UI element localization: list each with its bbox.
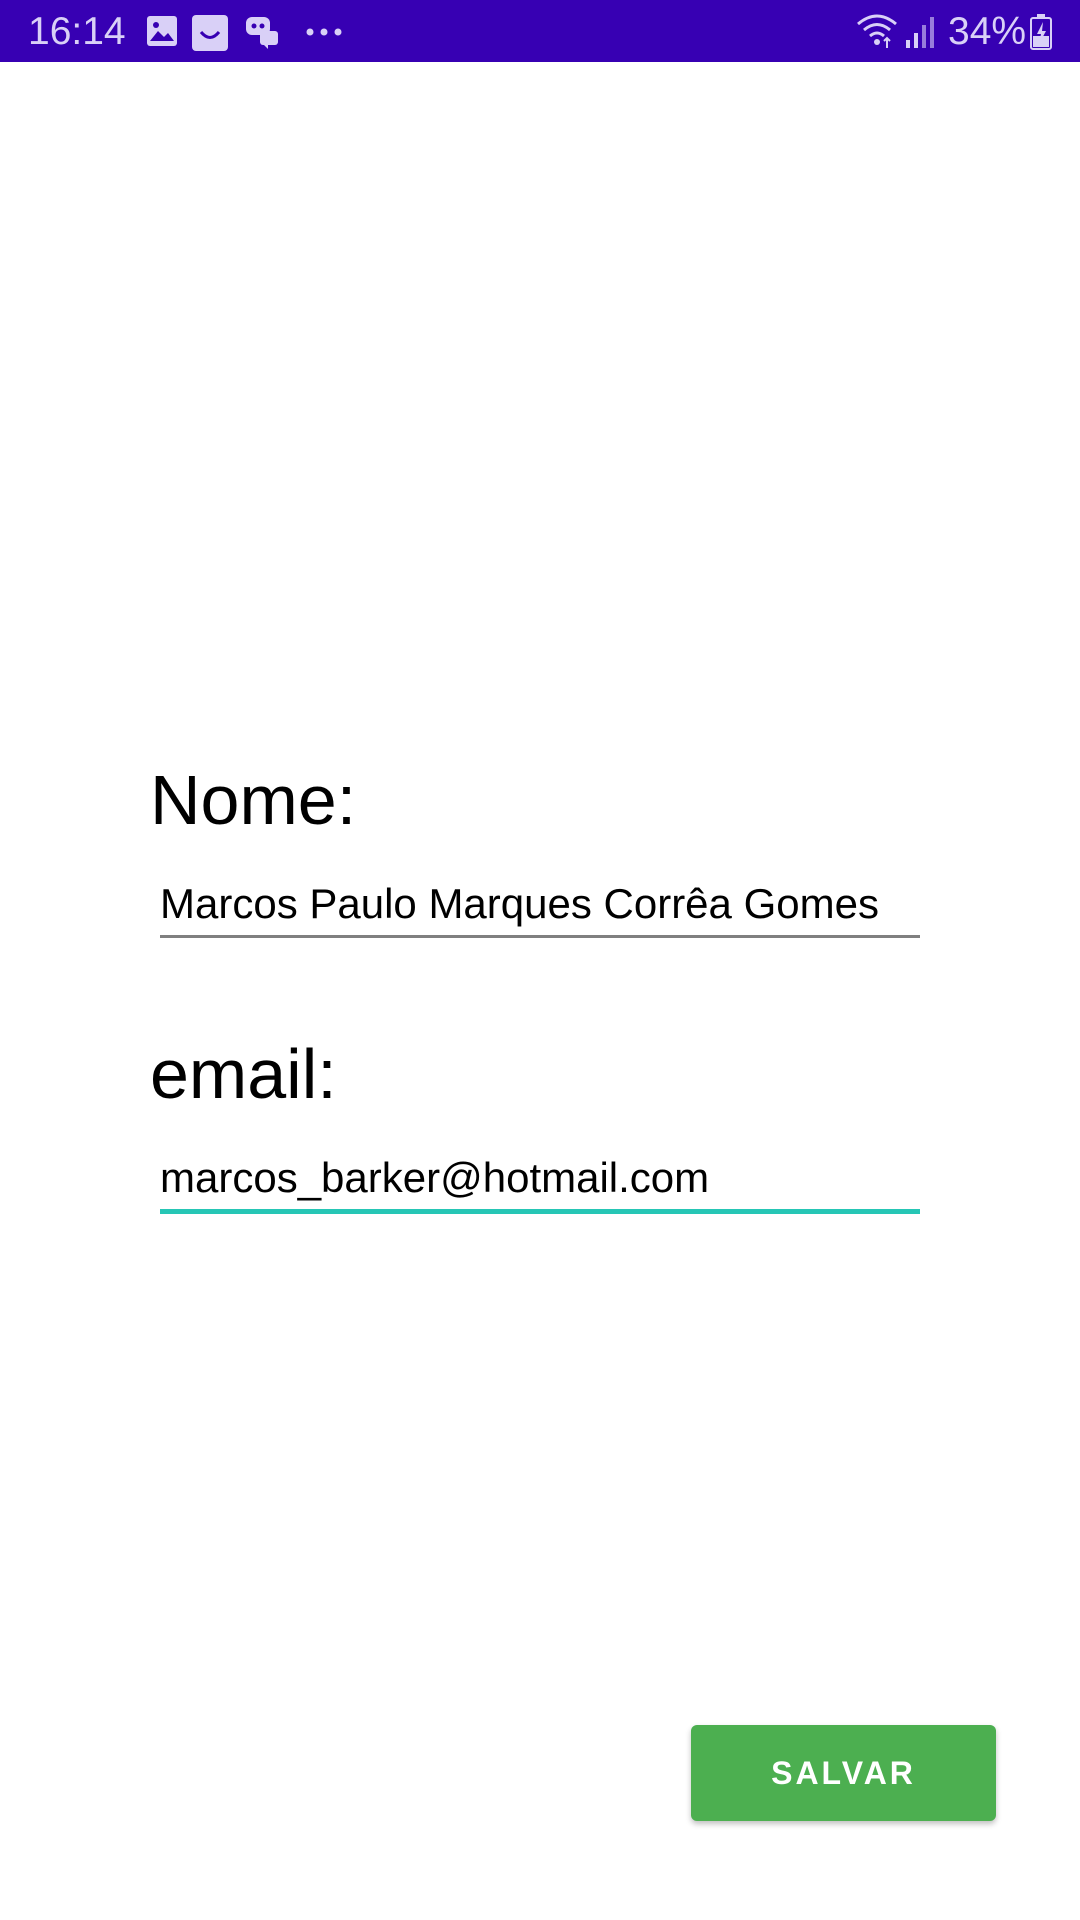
signal-icon [906,17,934,48]
email-label: email: [150,1035,337,1113]
app-icon [192,15,228,51]
discord-icon [246,17,278,49]
more-icon [306,28,342,36]
email-input-underline [160,1209,920,1214]
save-button[interactable]: SALVAR [691,1725,996,1821]
nome-input[interactable] [160,872,920,936]
nome-label: Nome: [150,761,357,839]
screen: 16:14 34% Nome: Marcos Paulo Marques Cor… [0,0,1080,1920]
email-input[interactable] [160,1146,920,1210]
battery-percent: 34% [948,10,1027,53]
status-time: 16:14 [28,10,126,53]
image-icon [147,16,177,46]
nome-input-underline [160,935,920,938]
wifi-icon [857,14,897,48]
status-bar: 16:14 34% [0,0,1080,62]
battery-charging-icon [1030,14,1052,50]
